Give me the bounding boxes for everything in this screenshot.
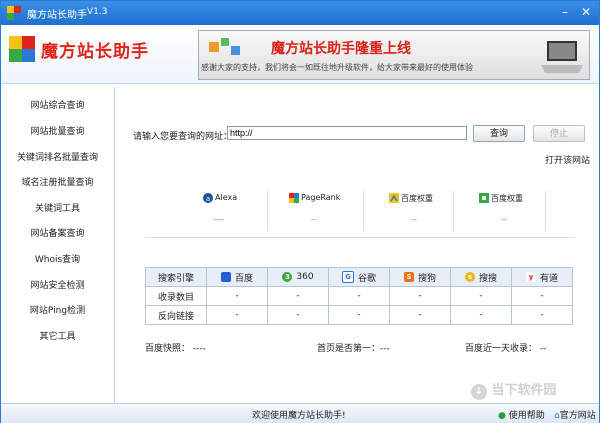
row-label: 收录数目: [145, 286, 207, 306]
stop-button[interactable]: 停止: [533, 125, 585, 142]
banner-subtitle: 感谢大家的支持，我们将会一如既往地升级软件，给大家带来最好的使用体验: [201, 63, 473, 72]
rank-baidu-weight-2: 百度权重 --: [471, 191, 563, 231]
banner-title: 魔方站长助手隆重上线: [271, 41, 411, 57]
stat-snapshot: 百度快照： ----: [145, 344, 206, 354]
welcome-text: 欢迎使用魔方站长助手!: [252, 411, 346, 421]
engine-table: 搜索引擎 🐾 百度 3 360 G 谷歌 S 搜狗 s 搜搜 y 有道 收录数目 - - -…: [145, 267, 573, 325]
rank-label: PageRank: [301, 193, 341, 202]
watermark: ↓ 当下软件园: [471, 379, 557, 400]
divider: [363, 191, 364, 231]
rank-label: Alexa: [215, 193, 238, 202]
rank-baidu-weight: 百度权重 --: [381, 191, 473, 231]
sidebar-item-domain-register[interactable]: 域名注册批量查询: [1, 174, 114, 192]
table-row: 收录数目 - - - - - -: [145, 286, 573, 306]
rank-value: --: [501, 215, 507, 224]
table-cell: -: [511, 305, 573, 325]
laptop-icon: [541, 41, 583, 73]
table-cell: -: [389, 305, 451, 325]
logo-text: 魔方站长助手: [41, 42, 149, 62]
url-input[interactable]: [227, 126, 467, 140]
alexa-icon: a: [203, 193, 213, 203]
stat-recent: 百度近一天收录： --: [465, 344, 547, 354]
sogou-icon: S: [403, 272, 414, 282]
table-cell: -: [267, 305, 329, 325]
rank-label: 百度权重: [401, 194, 433, 203]
table-header: 搜索引擎: [145, 267, 207, 287]
sidebar-item-whois[interactable]: Whois查询: [1, 251, 114, 269]
table-cell: -: [450, 286, 512, 306]
sidebar-item-security[interactable]: 网站安全检测: [1, 277, 114, 295]
divider: [145, 237, 575, 238]
baidu-icon: 🐾: [220, 272, 231, 282]
divider: [545, 191, 546, 231]
engine-baidu: 🐾 百度: [206, 267, 268, 287]
svg-text:a: a: [206, 195, 210, 203]
engine-sogou: S 搜狗: [389, 267, 451, 287]
window-title: 魔方站长助手: [27, 10, 87, 21]
divider: [267, 191, 268, 231]
youdao-icon: y: [525, 272, 536, 282]
sidebar-item-ping[interactable]: 网站Ping检测: [1, 302, 114, 320]
rank-alexa: a Alexa ----: [195, 191, 287, 231]
table-row: 搜索引擎 🐾 百度 3 360 G 谷歌 S 搜狗 s 搜搜 y 有道: [145, 267, 573, 287]
search-button[interactable]: 查询: [473, 125, 525, 142]
help-icon: ●: [498, 411, 506, 421]
minimize-icon: –: [562, 5, 568, 19]
divider: [453, 191, 454, 231]
open-site-link[interactable]: 打开该网站: [545, 153, 590, 166]
engine-google: G 谷歌: [328, 267, 390, 287]
header: 魔方站长助手 魔方站长助手隆重上线 感谢大家的支持，我们将会一如既往地升级软件，…: [1, 25, 599, 84]
table-cell: -: [511, 286, 573, 306]
pagerank-icon: [289, 193, 299, 203]
engine-youdao: y 有道: [511, 267, 573, 287]
url-label: 请输入您要查询的网址：: [133, 132, 233, 142]
table-cell: -: [328, 305, 390, 325]
table-cell: -: [267, 286, 329, 306]
row-label: 反向链接: [145, 305, 207, 325]
rank-label: 百度权重: [491, 194, 523, 203]
sidebar: 网站综合查询 网站批量查询 关键词排名批量查询 域名注册批量查询 关键词工具 网…: [1, 87, 115, 403]
official-site-link[interactable]: ⌂官方网站: [554, 408, 596, 421]
status-bar: 欢迎使用魔方站长助手! ● 使用帮助 ⌂官方网站: [1, 403, 599, 423]
table-cell: -: [206, 286, 268, 306]
baidu-weight-icon: [479, 193, 489, 203]
banner-decoration-icon: [209, 38, 240, 55]
logo-icon: [9, 36, 35, 62]
sidebar-item-batch-query[interactable]: 网站批量查询: [1, 123, 114, 141]
google-icon: G: [341, 271, 354, 283]
minimize-button[interactable]: –: [556, 4, 574, 20]
rank-value: --: [411, 215, 417, 224]
rank-value: ----: [213, 215, 225, 224]
360-icon: 3: [282, 272, 293, 282]
engine-soso: s 搜搜: [450, 267, 512, 287]
baidu-weight-icon: [389, 193, 399, 203]
stat-homepage: 首页是否第一：---: [317, 344, 390, 354]
sidebar-item-keyword-tool[interactable]: 关键词工具: [1, 200, 114, 218]
table-row: 反向链接 - - - - - -: [145, 305, 573, 325]
sidebar-item-other-tools[interactable]: 其它工具: [1, 328, 114, 346]
banner[interactable]: 魔方站长助手隆重上线 感谢大家的支持，我们将会一如既往地升级软件，给大家带来最好…: [198, 30, 590, 80]
window-version: V1.3: [87, 7, 108, 17]
close-button[interactable]: ✕: [577, 4, 595, 20]
main-panel: 请输入您要查询的网址： 查询 停止 打开该网站 a Alexa ---- Pag…: [115, 87, 599, 403]
engine-360: 3 360: [267, 267, 329, 287]
soso-icon: s: [464, 272, 475, 282]
sidebar-item-site-overview[interactable]: 网站综合查询: [1, 97, 114, 115]
rank-pagerank: PageRank --: [281, 191, 373, 231]
close-icon: ✕: [580, 5, 592, 19]
rank-value: --: [311, 215, 317, 224]
table-cell: -: [328, 286, 390, 306]
app-icon: [7, 6, 21, 20]
sidebar-item-icp-record[interactable]: 网站备案查询: [1, 225, 114, 243]
table-cell: -: [450, 305, 512, 325]
app-window: 魔方站长助手 V1.3 – ✕ 魔方站长助手 魔方站长助手隆重上线 感谢大家的支…: [0, 0, 600, 423]
sidebar-item-keyword-rank[interactable]: 关键词排名批量查询: [1, 149, 114, 167]
download-icon: ↓: [471, 384, 487, 400]
table-cell: -: [389, 286, 451, 306]
title-bar: 魔方站长助手 V1.3 – ✕: [1, 1, 599, 25]
table-cell: -: [206, 305, 268, 325]
help-link[interactable]: ● 使用帮助: [498, 408, 545, 421]
